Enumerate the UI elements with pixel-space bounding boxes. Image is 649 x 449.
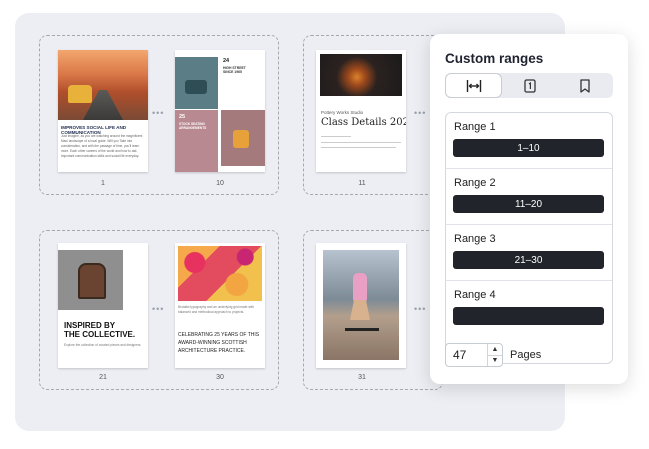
chevron-up-icon[interactable]: ▲ — [488, 344, 502, 356]
range-value-field[interactable] — [453, 307, 604, 325]
page-thumbnail-30[interactable]: Brutalist typography and an underlying g… — [175, 243, 265, 368]
thumbnail-body: Brutalist typography and an underlying g… — [178, 305, 255, 314]
more-pages-dots-icon: ••• — [152, 108, 165, 118]
single-page-icon — [524, 78, 536, 93]
scooter-shape — [345, 328, 379, 331]
more-pages-dots-icon: ••• — [414, 108, 427, 118]
range-label: Range 1 — [454, 121, 496, 133]
range-value-field[interactable]: 21–30 — [453, 251, 604, 269]
range-value-field[interactable]: 11–20 — [453, 195, 604, 213]
range-list[interactable]: Range 1 1–10 Range 2 11–20 Range 3 21–30… — [445, 112, 613, 364]
more-pages-dots-icon: ••• — [414, 304, 427, 314]
chair-shape — [78, 263, 106, 299]
cocktail-photo — [320, 54, 402, 96]
page-thumbnail-31[interactable] — [316, 243, 406, 368]
page-number: 31 — [358, 374, 366, 381]
range-mode-segmented-control — [445, 73, 613, 98]
bookmark-mode-button[interactable] — [558, 73, 613, 98]
orange-chair-shape — [233, 130, 249, 148]
range-label: Range 3 — [454, 233, 496, 245]
range-item[interactable]: Range 1 1–10 — [446, 113, 612, 169]
thumbnail-subtitle: Pottery Works Studio — [321, 110, 364, 115]
page-number: 30 — [216, 374, 224, 381]
pink-header: 25 — [179, 114, 186, 120]
split-range-mode-button[interactable] — [446, 74, 502, 97]
page-count-stepper[interactable]: ▲ ▼ — [487, 344, 502, 366]
chevron-down-icon[interactable]: ▼ — [488, 356, 502, 367]
range-item[interactable]: Range 2 11–20 — [446, 169, 612, 225]
panel-title: Custom ranges — [445, 51, 544, 66]
page-count-value: 47 — [453, 348, 467, 362]
thumbnail-title: CELEBRATING 25 YEARS OF THIS AWARD-WINNI… — [178, 332, 260, 354]
chair-shape — [185, 80, 207, 94]
split-range-icon — [466, 79, 481, 92]
range-value-field[interactable]: 1–10 — [453, 139, 604, 157]
page-thumbnail-1[interactable]: IMPROVES SOCIAL LIFE AND COMMUNICATION J… — [58, 50, 148, 172]
thumbnail-body: Explore the collection of curated pieces… — [64, 343, 142, 347]
page-number: 21 — [99, 374, 107, 381]
van-shape — [68, 85, 92, 103]
text-line — [321, 147, 396, 148]
page-number: 10 — [216, 180, 224, 187]
single-page-mode-button[interactable] — [502, 73, 557, 98]
page-thumbnail-10[interactable]: 24 HIGH STREET SINCE 1965 25 STOCK SEATI… — [175, 50, 265, 172]
range-label: Range 2 — [454, 177, 496, 189]
geometric-pattern — [178, 246, 262, 301]
range-item[interactable]: Range 4 — [446, 281, 612, 337]
thumbnail-heading: INSPIRED BY THE COLLECTIVE. — [64, 321, 136, 339]
thumbnail-subheader: HIGH STREET SINCE 1965 — [223, 66, 246, 74]
person-shape — [353, 273, 367, 301]
thumbnail-title: Class Details 2021 — [321, 117, 406, 128]
page-number: 1 — [101, 180, 105, 187]
range-item[interactable]: Range 3 21–30 — [446, 225, 612, 281]
thumbnail-body: Just imagine, as you are watching around… — [61, 134, 143, 158]
range-label: Range 4 — [454, 289, 496, 301]
page-count-row: 47 ▲ ▼ Pages — [445, 343, 541, 367]
page-number: 11 — [358, 180, 366, 187]
page-thumbnail-11[interactable]: Pottery Works Studio Class Details 2021 — [316, 50, 406, 172]
more-pages-dots-icon: ••• — [152, 304, 165, 314]
text-line — [321, 136, 351, 137]
page-thumbnail-21[interactable]: INSPIRED BY THE COLLECTIVE. Explore the … — [58, 243, 148, 368]
pink-subheader: STOCK SEATING ARRANGEMENTS — [179, 122, 207, 130]
pages-label: Pages — [510, 349, 542, 361]
page-count-input[interactable]: 47 ▲ ▼ — [445, 343, 503, 367]
text-line — [321, 142, 401, 143]
bookmark-icon — [580, 78, 590, 93]
thumbnail-header: 24 — [223, 58, 230, 64]
custom-ranges-panel: Custom ranges Range 1 1–10 Range 2 11–20… — [430, 34, 628, 384]
